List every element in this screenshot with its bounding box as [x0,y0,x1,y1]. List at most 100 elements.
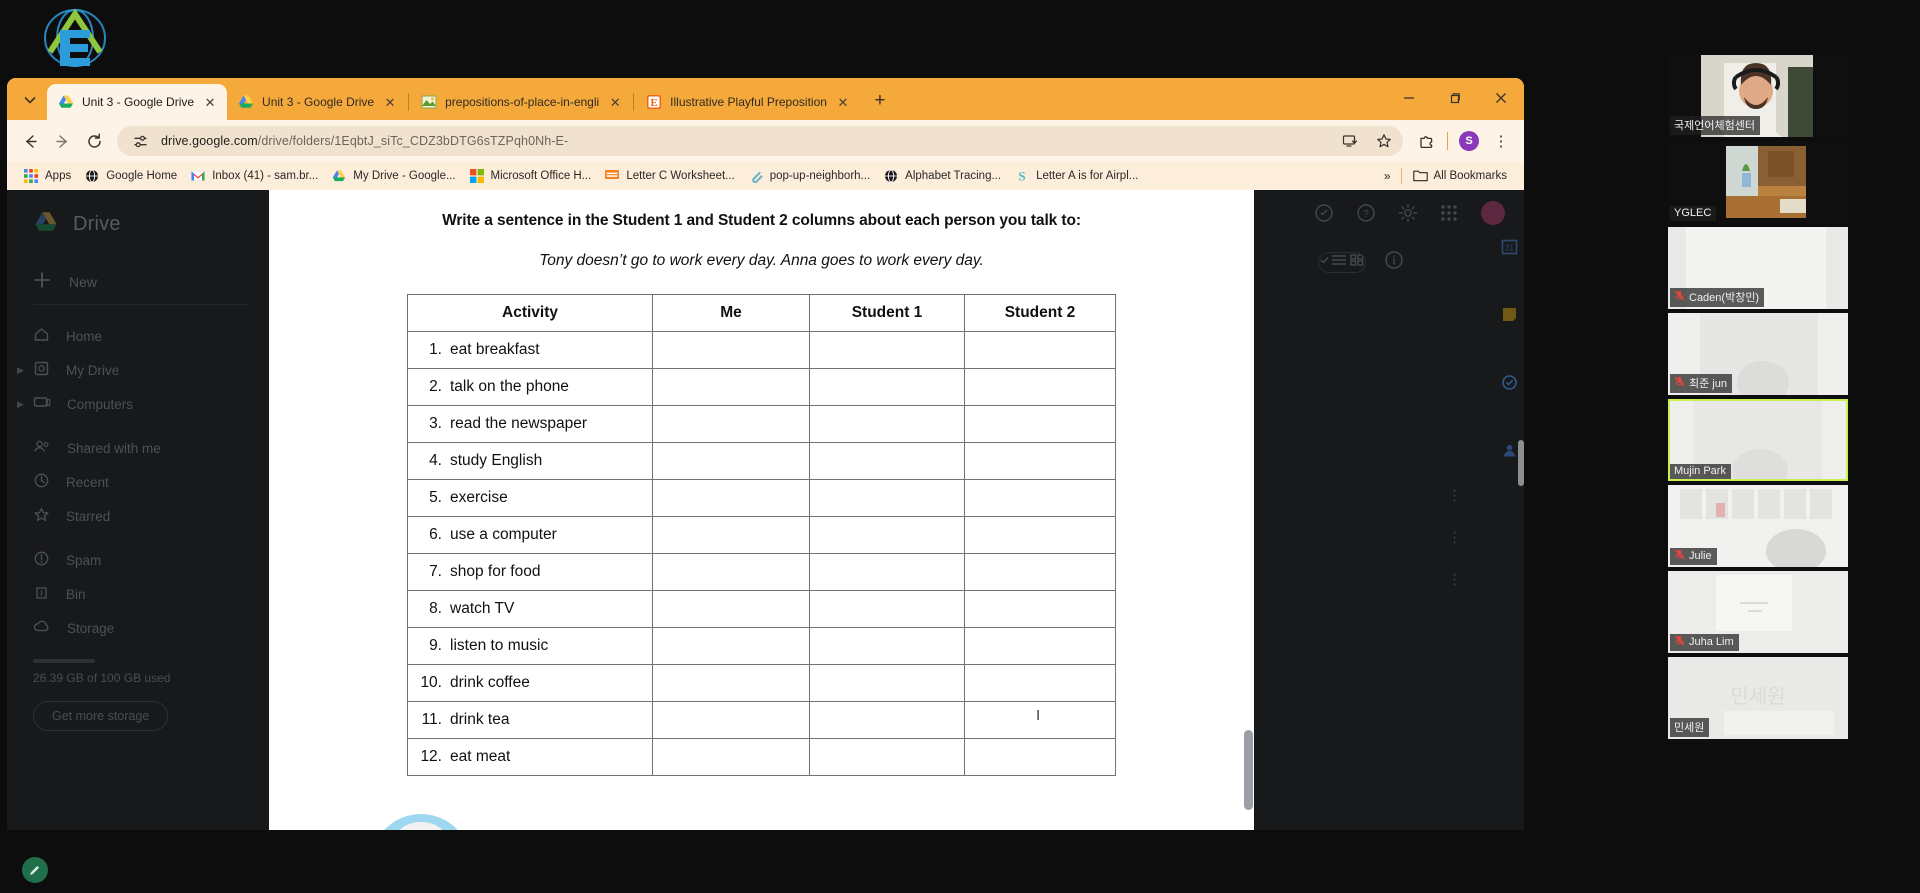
answer-cell-student-2[interactable] [964,479,1116,517]
tab-search-icon[interactable] [15,85,45,115]
answer-cell-me[interactable] [652,479,810,517]
bookmark-letter-a-airplane[interactable]: S Letter A is for Airpl... [1008,166,1145,187]
answer-cell-student-1[interactable] [809,590,965,628]
install-app-icon[interactable] [1337,128,1363,154]
answer-cell-student-2[interactable] [964,627,1116,665]
help-icon[interactable]: ? [1356,203,1376,228]
bookmarks-overflow-button[interactable]: » [1378,167,1397,185]
new-tab-button[interactable]: + [866,87,894,115]
bookmark-inbox[interactable]: Inbox (41) - sam.br... [184,166,325,187]
grid-view-icon[interactable] [1349,253,1365,272]
bookmark-letter-c-worksheet[interactable]: Letter C Worksheet... [598,166,741,187]
answer-cell-student-1[interactable] [809,553,965,591]
get-more-storage-button[interactable]: Get more storage [33,701,169,731]
sidebar-item-my-drive[interactable]: ▶ My Drive [7,353,262,387]
activity-icon[interactable] [1314,203,1334,228]
participant-tile-1[interactable]: YGLEC [1668,141,1848,223]
page-scrollbar-thumb[interactable] [1518,440,1524,486]
sidebar-item-computers[interactable]: ▶ Computers [7,387,262,421]
address-bar[interactable]: drive.google.com/drive/folders/1EqbtJ_si… [117,126,1403,156]
bookmark-microsoft-office[interactable]: Microsoft Office H... [463,166,599,187]
bookmark-alphabet-tracing[interactable]: Alphabet Tracing... [877,166,1008,187]
answer-cell-student-1[interactable] [809,664,965,702]
participant-tile-4[interactable]: Mujin Park [1668,399,1848,481]
bookmark-pop-up-neighborhood[interactable]: pop-up-neighborh... [742,166,877,187]
answer-cell-student-1[interactable] [809,405,965,443]
answer-cell-me[interactable] [652,664,810,702]
answer-cell-me[interactable] [652,627,810,665]
calendar-icon[interactable]: 31 [1501,238,1518,260]
answer-cell-student-1[interactable] [809,701,965,739]
answer-cell-student-2[interactable] [964,405,1116,443]
answer-cell-me[interactable] [652,590,810,628]
participant-tile-7[interactable]: 민세원 민세원 [1668,657,1848,739]
answer-cell-student-1[interactable] [809,738,965,776]
row-menu-1[interactable]: ⋮ [1447,530,1462,545]
answer-cell-student-2[interactable] [964,738,1116,776]
tab-close-icon[interactable]: ✕ [607,94,623,110]
preview-scrollbar-thumb[interactable] [1244,730,1253,810]
participant-tile-3[interactable]: 최준 jun [1668,313,1848,395]
answer-cell-student-2[interactable] [964,553,1116,591]
profile-avatar[interactable]: S [1454,126,1484,156]
answer-cell-student-2[interactable] [964,442,1116,480]
participant-tile-5[interactable]: Julie [1668,485,1848,567]
row-menu-0[interactable]: ⋮ [1447,488,1462,503]
participant-tile-6[interactable]: Juha Lim [1668,571,1848,653]
view-toggle[interactable] [1318,252,1366,273]
answer-cell-me[interactable] [652,738,810,776]
sidebar-item-storage[interactable]: Storage [7,611,262,645]
answer-cell-student-1[interactable] [809,331,965,369]
answer-cell-me[interactable] [652,553,810,591]
sidebar-item-recent[interactable]: Recent [7,465,262,499]
back-button[interactable] [15,126,45,156]
sidebar-item-shared-with-me[interactable]: Shared with me [7,431,262,465]
answer-cell-student-2[interactable] [964,516,1116,554]
reload-button[interactable] [79,126,109,156]
tab-close-icon[interactable]: ✕ [202,94,218,110]
keep-icon[interactable] [1501,306,1518,328]
forward-button[interactable] [47,126,77,156]
bookmark-apps[interactable]: Apps [17,166,78,187]
bookmark-google-home[interactable]: Google Home [78,166,184,187]
minimize-button[interactable] [1386,78,1432,118]
tab-close-icon[interactable]: ✕ [835,94,851,110]
contacts-icon[interactable] [1501,442,1518,464]
account-avatar[interactable] [1480,200,1506,231]
tab-0[interactable]: Unit 3 - Google Drive ✕ [47,84,228,120]
site-settings-icon[interactable] [127,128,153,154]
tab-1[interactable]: Unit 3 - Google Drive ✕ [227,84,407,120]
answer-cell-student-1[interactable] [809,479,965,517]
new-button[interactable]: New [33,271,262,292]
sidebar-item-starred[interactable]: Starred [7,499,262,533]
gear-icon[interactable] [1398,203,1418,228]
apps-grid-icon[interactable] [1440,204,1458,227]
answer-cell-student-1[interactable] [809,442,965,480]
bookmark-my-drive[interactable]: My Drive - Google... [325,166,462,187]
answer-cell-me[interactable] [652,516,810,554]
info-icon[interactable] [1384,250,1404,275]
answer-cell-me[interactable] [652,368,810,406]
drive-brand[interactable]: Drive [7,204,262,239]
answer-cell-student-2[interactable] [964,368,1116,406]
answer-cell-student-2[interactable] [964,664,1116,702]
chevron-right-icon[interactable]: ▶ [17,399,24,410]
answer-cell-me[interactable] [652,701,810,739]
extensions-icon[interactable] [1411,126,1441,156]
answer-cell-student-1[interactable] [809,627,965,665]
sidebar-item-home[interactable]: Home [7,319,262,353]
participant-tile-2[interactable]: Caden(박창민) [1668,227,1848,309]
tasks-icon[interactable] [1501,374,1518,396]
sidebar-item-bin[interactable]: Bin [7,577,262,611]
answer-cell-student-2[interactable] [964,331,1116,369]
tab-3[interactable]: E Illustrative Playful Preposition ✕ [635,84,860,120]
chrome-menu-icon[interactable]: ⋮ [1486,126,1516,156]
sidebar-item-spam[interactable]: Spam [7,543,262,577]
chevron-right-icon[interactable]: ▶ [17,365,24,376]
all-bookmarks-button[interactable]: All Bookmarks [1406,166,1515,187]
answer-cell-me[interactable] [652,331,810,369]
tab-close-icon[interactable]: ✕ [382,94,398,110]
answer-cell-student-2[interactable] [964,590,1116,628]
list-view-icon[interactable] [1319,253,1349,272]
answer-cell-me[interactable] [652,442,810,480]
